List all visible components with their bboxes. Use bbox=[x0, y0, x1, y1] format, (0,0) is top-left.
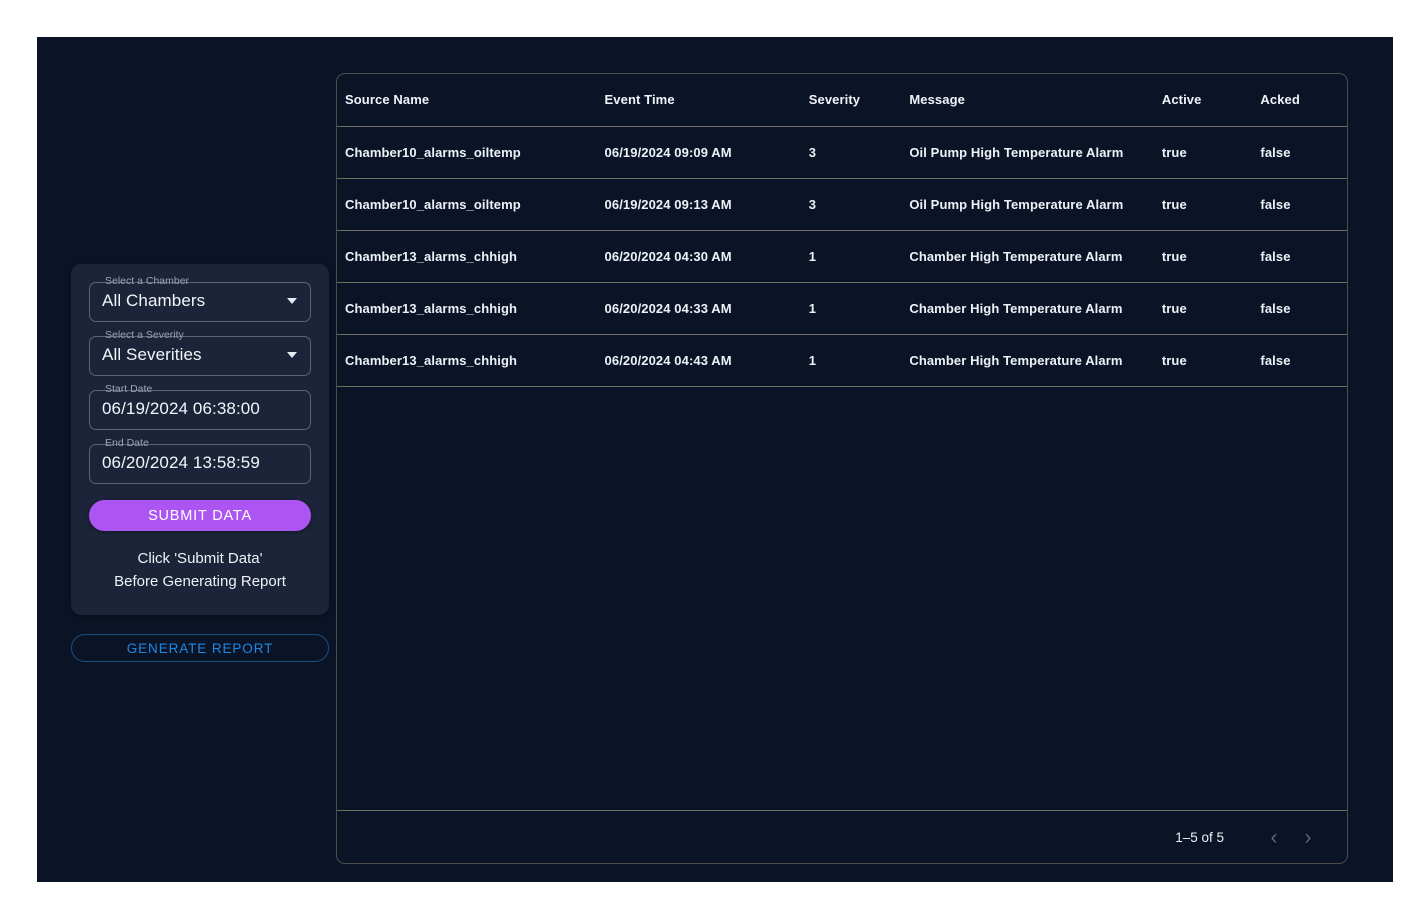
dashboard-panel: Select a Chamber All Chambers Select a S… bbox=[37, 37, 1393, 882]
cell-severity: 1 bbox=[800, 230, 902, 283]
table-row[interactable]: Chamber10_alarms_oiltemp 06/19/2024 09:0… bbox=[337, 126, 1347, 179]
cell-source-name: Chamber13_alarms_chhigh bbox=[337, 334, 597, 387]
cell-event-time: 06/19/2024 09:13 AM bbox=[596, 178, 801, 231]
severity-select-value: All Severities bbox=[102, 345, 202, 364]
alarm-table-head: Source Name Event Time Severity Message … bbox=[337, 74, 1347, 127]
column-header-source-name[interactable]: Source Name bbox=[337, 74, 597, 127]
chamber-select-value: All Chambers bbox=[102, 291, 206, 310]
cell-active: true bbox=[1153, 282, 1253, 335]
submit-hint: Click 'Submit Data' Before Generating Re… bbox=[89, 547, 311, 593]
cell-message: Chamber High Temperature Alarm bbox=[901, 334, 1154, 387]
cell-message: Chamber High Temperature Alarm bbox=[901, 282, 1154, 335]
submit-hint-line-2: Before Generating Report bbox=[114, 573, 286, 590]
cell-severity: 1 bbox=[800, 282, 902, 335]
filter-column: Select a Chamber All Chambers Select a S… bbox=[71, 264, 329, 662]
cell-event-time: 06/20/2024 04:30 AM bbox=[596, 230, 801, 283]
submit-data-button[interactable]: SUBMIT DATA bbox=[89, 500, 311, 531]
cell-event-time: 06/20/2024 04:33 AM bbox=[596, 282, 801, 335]
cell-message: Chamber High Temperature Alarm bbox=[901, 230, 1154, 283]
chamber-select-label: Select a Chamber bbox=[105, 275, 190, 287]
start-date-field[interactable]: Start Date 06/19/2024 06:38:00 bbox=[89, 383, 311, 430]
filter-card: Select a Chamber All Chambers Select a S… bbox=[71, 264, 329, 615]
cell-severity: 1 bbox=[800, 334, 902, 387]
cell-acked: false bbox=[1252, 334, 1347, 387]
cell-message: Oil Pump High Temperature Alarm bbox=[901, 126, 1154, 179]
cell-active: true bbox=[1153, 334, 1253, 387]
start-date-value[interactable]: 06/19/2024 06:38:00 bbox=[102, 399, 260, 419]
column-header-message[interactable]: Message bbox=[901, 74, 1154, 127]
pagination-range-label: 1–5 of 5 bbox=[1175, 829, 1224, 845]
cell-acked: false bbox=[1252, 282, 1347, 335]
table-row[interactable]: Chamber10_alarms_oiltemp 06/19/2024 09:1… bbox=[337, 178, 1347, 231]
cell-severity: 3 bbox=[800, 178, 902, 231]
cell-source-name: Chamber13_alarms_chhigh bbox=[337, 282, 597, 335]
table-row[interactable]: Chamber13_alarms_chhigh 06/20/2024 04:30… bbox=[337, 230, 1347, 283]
alarm-table-body: Chamber10_alarms_oiltemp 06/19/2024 09:0… bbox=[337, 126, 1347, 387]
column-header-acked[interactable]: Acked bbox=[1252, 74, 1347, 127]
table-row[interactable]: Chamber13_alarms_chhigh 06/20/2024 04:33… bbox=[337, 282, 1347, 335]
end-date-field[interactable]: End Date 06/20/2024 13:58:59 bbox=[89, 437, 311, 484]
generate-report-button[interactable]: GENERATE REPORT bbox=[71, 634, 329, 662]
chevron-down-icon[interactable] bbox=[287, 352, 297, 358]
column-header-severity[interactable]: Severity bbox=[800, 74, 902, 127]
submit-hint-line-1: Click 'Submit Data' bbox=[137, 550, 263, 567]
cell-source-name: Chamber10_alarms_oiltemp bbox=[337, 126, 597, 179]
end-date-label: End Date bbox=[105, 437, 149, 449]
table-paginator: 1–5 of 5 ‹ › bbox=[337, 811, 1347, 863]
cell-event-time: 06/20/2024 04:43 AM bbox=[596, 334, 801, 387]
alarm-table-card: Source Name Event Time Severity Message … bbox=[336, 73, 1348, 864]
table-empty-space bbox=[337, 387, 1347, 811]
start-date-label: Start Date bbox=[105, 383, 153, 395]
chevron-down-icon[interactable] bbox=[287, 298, 297, 304]
chevron-right-icon[interactable]: › bbox=[1291, 820, 1325, 854]
chevron-left-icon[interactable]: ‹ bbox=[1257, 820, 1291, 854]
cell-active: true bbox=[1153, 178, 1253, 231]
cell-acked: false bbox=[1252, 178, 1347, 231]
cell-message: Oil Pump High Temperature Alarm bbox=[901, 178, 1154, 231]
cell-active: true bbox=[1153, 230, 1253, 283]
cell-acked: false bbox=[1252, 126, 1347, 179]
column-header-active[interactable]: Active bbox=[1153, 74, 1253, 127]
severity-select[interactable]: Select a Severity All Severities bbox=[89, 329, 311, 376]
column-header-event-time[interactable]: Event Time bbox=[596, 74, 801, 127]
end-date-value[interactable]: 06/20/2024 13:58:59 bbox=[102, 453, 260, 473]
table-row[interactable]: Chamber13_alarms_chhigh 06/20/2024 04:43… bbox=[337, 334, 1347, 387]
table-header-row: Source Name Event Time Severity Message … bbox=[337, 74, 1347, 127]
cell-event-time: 06/19/2024 09:09 AM bbox=[596, 126, 801, 179]
cell-acked: false bbox=[1252, 230, 1347, 283]
alarm-table: Source Name Event Time Severity Message … bbox=[337, 74, 1347, 387]
chamber-select[interactable]: Select a Chamber All Chambers bbox=[89, 275, 311, 322]
cell-active: true bbox=[1153, 126, 1253, 179]
cell-source-name: Chamber10_alarms_oiltemp bbox=[337, 178, 597, 231]
cell-severity: 3 bbox=[800, 126, 902, 179]
severity-select-label: Select a Severity bbox=[105, 329, 184, 341]
cell-source-name: Chamber13_alarms_chhigh bbox=[337, 230, 597, 283]
